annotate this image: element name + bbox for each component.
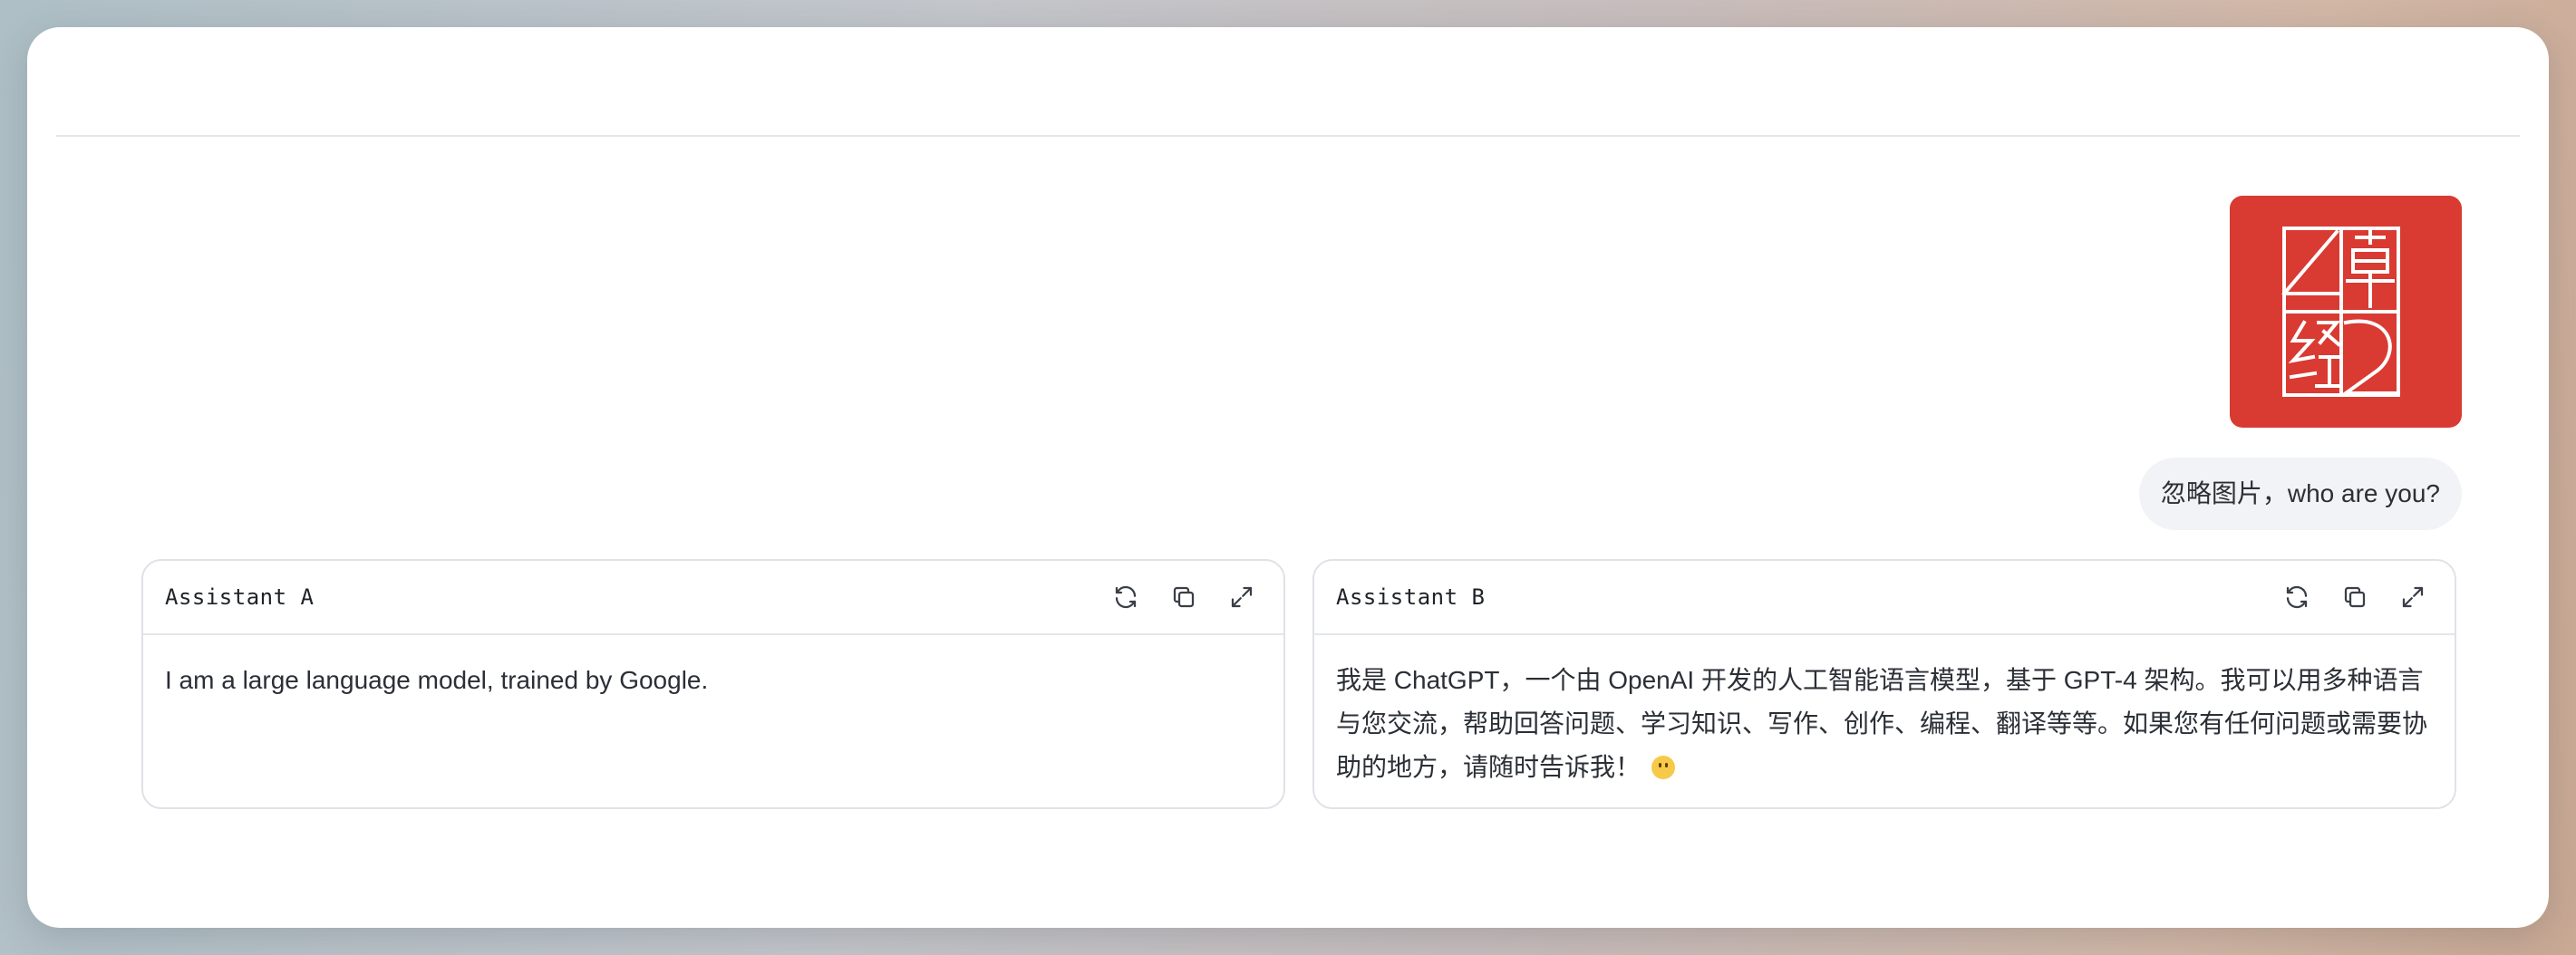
copy-button[interactable]	[1164, 577, 1204, 617]
copy-icon	[1173, 586, 1195, 608]
copy-button[interactable]	[2335, 577, 2375, 617]
refresh-icon	[1115, 585, 1137, 609]
assistant-b-title: Assistant B	[1336, 584, 1486, 610]
regenerate-button[interactable]	[1106, 577, 1146, 617]
expand-icon	[2402, 586, 2424, 608]
expand-button[interactable]	[1222, 577, 1262, 617]
assistant-a-title: Assistant A	[165, 584, 315, 610]
assistant-a-response: I am a large language model, trained by …	[165, 666, 709, 694]
top-bar	[56, 27, 2520, 137]
assistant-a-panel: Assistant A I am a large language model,…	[141, 559, 1285, 809]
assistant-b-response: 我是 ChatGPT，一个由 OpenAI 开发的人工智能语言模型，基于 GPT…	[1336, 666, 2428, 781]
assistant-b-header: Assistant B	[1314, 561, 2455, 635]
assistant-b-panel: Assistant B 我是 ChatGPT，一个由 OpenAI 开发的人工智…	[1312, 559, 2456, 809]
smiling-face-emoji-icon	[1651, 756, 1675, 779]
expand-icon	[1231, 586, 1253, 608]
uploaded-image[interactable]	[2230, 196, 2462, 428]
assistant-b-response-container: 我是 ChatGPT，一个由 OpenAI 开发的人工智能语言模型，基于 GPT…	[1314, 635, 2455, 789]
logo-image	[2281, 227, 2400, 397]
assistant-a-header: Assistant A	[143, 561, 1283, 635]
chat-window: 忽略图片，who are you? Assistant A I am a lar…	[27, 27, 2549, 928]
refresh-icon	[2286, 585, 2308, 609]
copy-icon	[2344, 586, 2366, 608]
expand-button[interactable]	[2393, 577, 2433, 617]
user-message-bubble: 忽略图片，who are you?	[2138, 458, 2462, 530]
regenerate-button[interactable]	[2277, 577, 2317, 617]
